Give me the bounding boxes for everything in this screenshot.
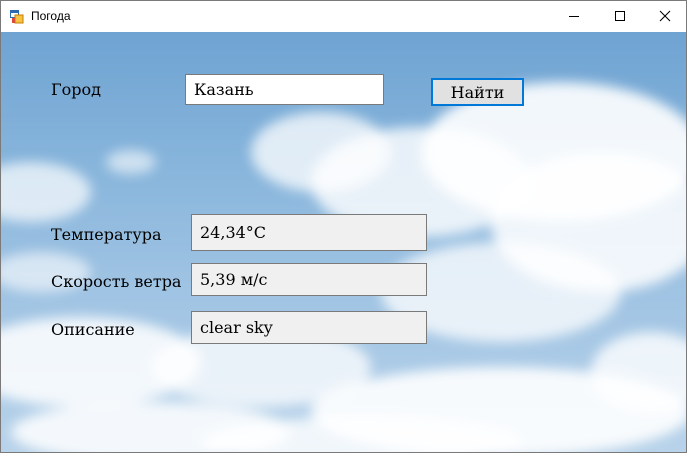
close-button[interactable] <box>642 1 686 32</box>
search-button[interactable]: Найти <box>431 78 524 106</box>
minimize-icon <box>568 7 580 26</box>
title-bar[interactable]: Погода <box>1 1 686 32</box>
maximize-icon <box>614 7 626 26</box>
temperature-label: Температура <box>51 225 162 244</box>
form-client-area: Город Казань Найти Температура 24,34°C С… <box>1 32 686 452</box>
wind-speed-field[interactable]: 5,39 м/с <box>191 263 427 296</box>
temperature-field[interactable]: 24,34°C <box>191 214 427 251</box>
description-field[interactable]: clear sky <box>191 311 427 344</box>
wind-speed-label: Скорость ветра <box>51 272 182 291</box>
window-title: Погода <box>31 9 71 23</box>
city-input[interactable]: Казань <box>185 74 384 105</box>
city-label: Город <box>51 80 101 99</box>
description-label: Описание <box>51 320 135 339</box>
windows-form-icon <box>10 9 24 24</box>
maximize-button[interactable] <box>597 1 643 32</box>
minimize-button[interactable] <box>551 1 597 32</box>
app-window: Погода Город Казань Найти Температура 24… <box>0 0 687 453</box>
close-icon <box>659 7 671 26</box>
